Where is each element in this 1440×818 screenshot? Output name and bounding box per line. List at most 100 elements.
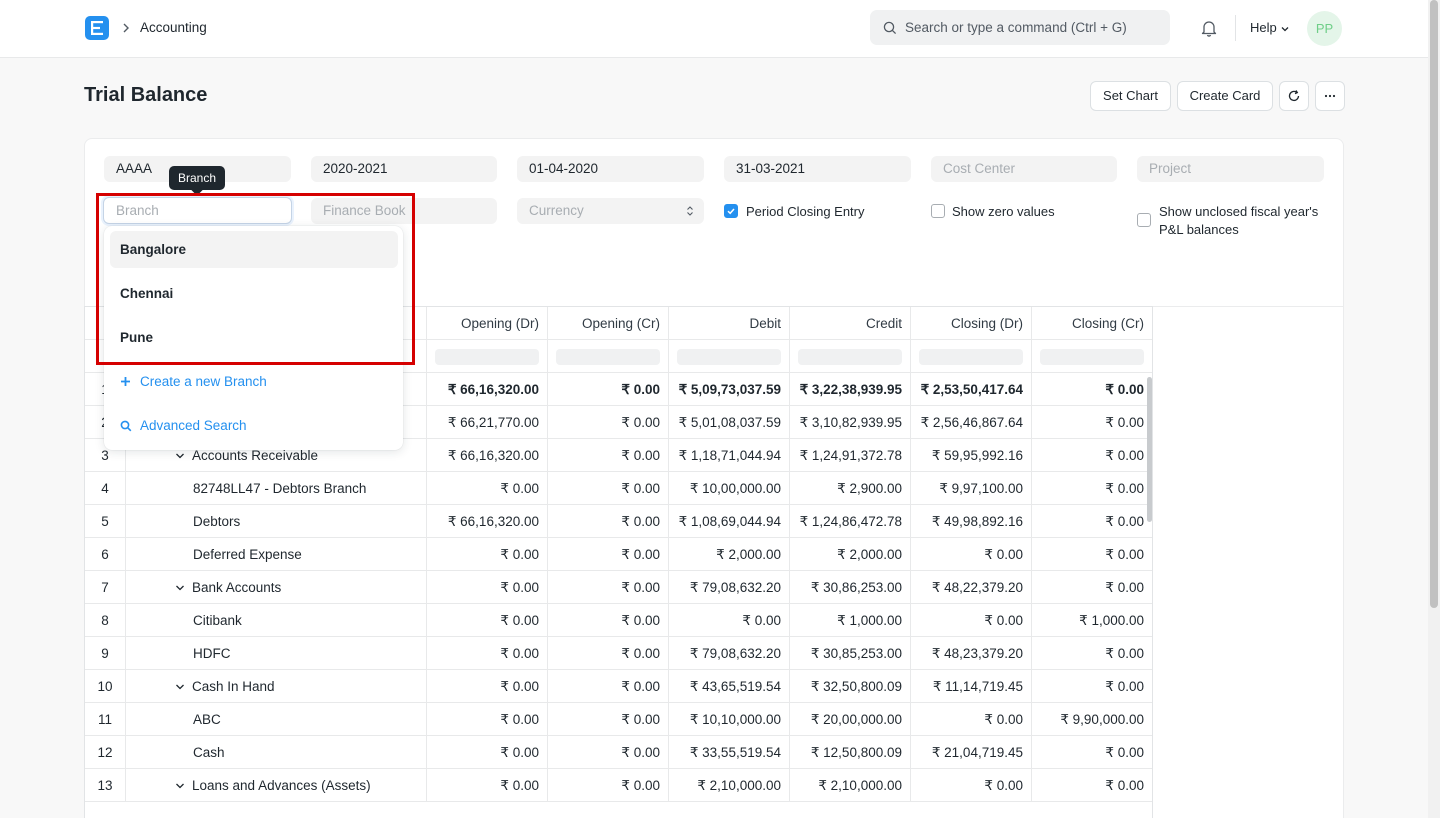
table-row[interactable]: 4 82748LL47 - Debtors Branch ₹ 0.00 ₹ 0.00 ₹… (85, 472, 1152, 505)
account-cell[interactable]: Citibank (126, 604, 427, 637)
amount-cell[interactable]: ₹ 30,85,253.00 (790, 637, 911, 670)
notification-bell-icon[interactable] (1200, 19, 1218, 37)
account-cell[interactable]: ABC (126, 703, 427, 736)
column-filter-input[interactable] (435, 349, 539, 365)
amount-cell[interactable]: ₹ 0.00 (427, 670, 548, 703)
chevron-down-icon[interactable] (174, 450, 186, 462)
to-date-filter[interactable]: 31-03-2021 (724, 156, 911, 182)
amount-cell[interactable]: ₹ 0.00 (1032, 736, 1152, 769)
amount-cell[interactable]: ₹ 9,90,000.00 (1032, 703, 1152, 736)
amount-cell[interactable]: ₹ 5,01,08,037.59 (669, 406, 790, 439)
amount-cell[interactable]: ₹ 0.00 (548, 472, 669, 505)
amount-cell[interactable]: ₹ 0.00 (911, 769, 1032, 802)
refresh-button[interactable] (1279, 81, 1309, 111)
project-filter[interactable]: Project (1137, 156, 1324, 182)
amount-cell[interactable]: ₹ 0.00 (548, 439, 669, 472)
amount-cell[interactable]: ₹ 11,14,719.45 (911, 670, 1032, 703)
amount-cell[interactable]: ₹ 66,16,320.00 (427, 373, 548, 406)
column-filter-cell[interactable] (548, 340, 669, 373)
amount-cell[interactable]: ₹ 1,000.00 (1032, 604, 1152, 637)
account-cell[interactable]: HDFC (126, 637, 427, 670)
amount-cell[interactable]: ₹ 0.00 (427, 472, 548, 505)
amount-cell[interactable]: ₹ 21,04,719.45 (911, 736, 1032, 769)
amount-cell[interactable]: ₹ 79,08,632.20 (669, 571, 790, 604)
amount-cell[interactable]: ₹ 1,24,91,372.78 (790, 439, 911, 472)
amount-cell[interactable]: ₹ 0.00 (1032, 571, 1152, 604)
table-row[interactable]: 8 Citibank ₹ 0.00 ₹ 0.00 ₹ 0.00 ₹ 1,000.00 ₹ 0… (85, 604, 1152, 637)
column-filter-input[interactable] (919, 349, 1023, 365)
table-row[interactable]: 7 Bank Accounts ₹ 0.00 ₹ 0.00 ₹ 79,08,632.20… (85, 571, 1152, 604)
amount-cell[interactable]: ₹ 0.00 (548, 604, 669, 637)
show-unclosed-pl-checkbox[interactable] (1137, 213, 1151, 227)
amount-cell[interactable]: ₹ 9,97,100.00 (911, 472, 1032, 505)
amount-cell[interactable]: ₹ 1,000.00 (790, 604, 911, 637)
amount-cell[interactable]: ₹ 0.00 (1032, 769, 1152, 802)
fiscal-year-filter[interactable]: 2020-2021 (311, 156, 497, 182)
chevron-down-icon[interactable] (174, 681, 186, 693)
amount-cell[interactable]: ₹ 2,56,46,867.64 (911, 406, 1032, 439)
amount-cell[interactable]: ₹ 10,00,000.00 (669, 472, 790, 505)
amount-cell[interactable]: ₹ 59,95,992.16 (911, 439, 1032, 472)
column-header[interactable]: Closing (Cr) (1032, 307, 1152, 340)
amount-cell[interactable]: ₹ 0.00 (1032, 472, 1152, 505)
awesomebar[interactable] (870, 10, 1170, 45)
amount-cell[interactable]: ₹ 0.00 (548, 769, 669, 802)
account-cell[interactable]: Deferred Expense (126, 538, 427, 571)
amount-cell[interactable]: ₹ 32,50,800.09 (790, 670, 911, 703)
table-row[interactable]: 6 Deferred Expense ₹ 0.00 ₹ 0.00 ₹ 2,000.00 ₹… (85, 538, 1152, 571)
show-zero-values-checkbox[interactable] (931, 204, 945, 218)
column-header[interactable]: Debit (669, 307, 790, 340)
page-scrollbar[interactable] (1428, 0, 1440, 818)
amount-cell[interactable]: ₹ 0.00 (548, 538, 669, 571)
table-row[interactable]: 5 Debtors ₹ 66,16,320.00 ₹ 0.00 ₹ 1,08,69,04… (85, 505, 1152, 538)
currency-select[interactable]: Currency (517, 198, 704, 224)
amount-cell[interactable]: ₹ 0.00 (1032, 439, 1152, 472)
amount-cell[interactable]: ₹ 10,10,000.00 (669, 703, 790, 736)
amount-cell[interactable]: ₹ 0.00 (427, 571, 548, 604)
amount-cell[interactable]: ₹ 49,98,892.16 (911, 505, 1032, 538)
amount-cell[interactable]: ₹ 1,08,69,044.94 (669, 505, 790, 538)
amount-cell[interactable]: ₹ 0.00 (1032, 505, 1152, 538)
column-header[interactable]: Closing (Dr) (911, 307, 1032, 340)
amount-cell[interactable]: ₹ 0.00 (911, 703, 1032, 736)
account-cell[interactable]: 82748LL47 - Debtors Branch (126, 472, 427, 505)
search-input[interactable] (905, 10, 1160, 45)
column-filter-cell[interactable] (1032, 340, 1152, 373)
amount-cell[interactable]: ₹ 33,55,519.54 (669, 736, 790, 769)
amount-cell[interactable]: ₹ 0.00 (1032, 373, 1152, 406)
table-row[interactable]: 9 HDFC ₹ 0.00 ₹ 0.00 ₹ 79,08,632.20 ₹ 30,85,2… (85, 637, 1152, 670)
create-card-button[interactable]: Create Card (1177, 81, 1273, 111)
amount-cell[interactable]: ₹ 43,65,519.54 (669, 670, 790, 703)
amount-cell[interactable]: ₹ 30,86,253.00 (790, 571, 911, 604)
amount-cell[interactable]: ₹ 2,900.00 (790, 472, 911, 505)
amount-cell[interactable]: ₹ 0.00 (427, 604, 548, 637)
cost-center-filter[interactable]: Cost Center (931, 156, 1117, 182)
amount-cell[interactable]: ₹ 2,000.00 (669, 538, 790, 571)
page-scrollbar-thumb[interactable] (1430, 0, 1438, 608)
amount-cell[interactable]: ₹ 79,08,632.20 (669, 637, 790, 670)
amount-cell[interactable]: ₹ 3,22,38,939.95 (790, 373, 911, 406)
amount-cell[interactable]: ₹ 0.00 (548, 505, 669, 538)
chevron-down-icon[interactable] (174, 780, 186, 792)
amount-cell[interactable]: ₹ 48,23,379.20 (911, 637, 1032, 670)
user-avatar[interactable]: PP (1307, 11, 1342, 46)
amount-cell[interactable]: ₹ 0.00 (1032, 538, 1152, 571)
account-cell[interactable]: Loans and Advances (Assets) (126, 769, 427, 802)
column-header[interactable]: Credit (790, 307, 911, 340)
column-filter-cell[interactable] (669, 340, 790, 373)
amount-cell[interactable]: ₹ 0.00 (548, 406, 669, 439)
amount-cell[interactable]: ₹ 48,22,379.20 (911, 571, 1032, 604)
help-dropdown[interactable]: Help (1250, 20, 1290, 35)
amount-cell[interactable]: ₹ 5,09,73,037.59 (669, 373, 790, 406)
column-filter-input[interactable] (677, 349, 781, 365)
account-cell[interactable]: Debtors (126, 505, 427, 538)
column-filter-input[interactable] (1040, 349, 1144, 365)
column-filter-input[interactable] (798, 349, 902, 365)
set-chart-button[interactable]: Set Chart (1090, 81, 1171, 111)
column-filter-cell[interactable] (911, 340, 1032, 373)
chevron-down-icon[interactable] (174, 582, 186, 594)
amount-cell[interactable]: ₹ 0.00 (911, 604, 1032, 637)
amount-cell[interactable]: ₹ 3,10,82,939.95 (790, 406, 911, 439)
period-closing-checkbox[interactable] (724, 204, 738, 218)
amount-cell[interactable]: ₹ 0.00 (1032, 637, 1152, 670)
